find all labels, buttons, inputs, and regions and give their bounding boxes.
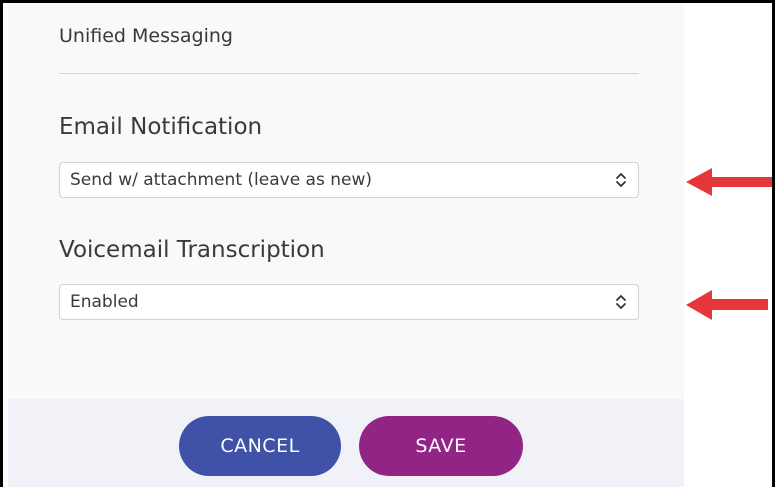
settings-panel: Unified Messaging Email Notification Sen… — [8, 3, 684, 487]
save-button[interactable]: SAVE — [359, 416, 523, 476]
annotation-arrow-left-icon — [686, 290, 768, 320]
section-title: Unified Messaging — [59, 25, 233, 47]
voicemail-transcription-value: Enabled — [70, 292, 139, 312]
voicemail-transcription-label: Voicemail Transcription — [59, 237, 325, 263]
email-notification-value: Send w/ attachment (leave as new) — [70, 170, 373, 190]
email-notification-label: Email Notification — [59, 114, 263, 140]
chevron-up-down-icon — [614, 171, 628, 189]
section-divider — [59, 73, 639, 74]
voicemail-transcription-select[interactable]: Enabled — [59, 284, 639, 320]
email-notification-select[interactable]: Send w/ attachment (leave as new) — [59, 162, 639, 198]
chevron-up-down-icon — [614, 293, 628, 311]
panel-footer — [8, 399, 684, 487]
annotation-arrow-left-icon — [686, 168, 772, 196]
cancel-button[interactable]: CANCEL — [179, 416, 341, 476]
